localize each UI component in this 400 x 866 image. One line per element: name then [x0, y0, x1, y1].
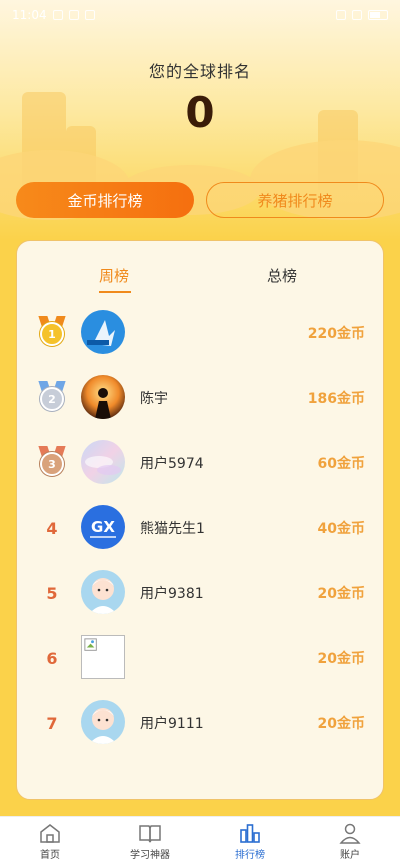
coin-ranking-button[interactable]: 金币排行榜: [16, 182, 194, 218]
coin-amount: 20金币: [317, 651, 365, 667]
period-tabs: 周榜 总榜: [17, 241, 383, 311]
leaderboard-row[interactable]: 3 用户5974 60金币: [17, 438, 385, 488]
user-name: 用户9381: [140, 586, 204, 602]
rank-number: 7: [46, 713, 58, 733]
leaderboard-row[interactable]: 7 用户9111 20金币: [17, 698, 385, 748]
coin-amount: 20金币: [317, 586, 365, 602]
home-icon: [40, 824, 60, 843]
avatar: [81, 700, 125, 744]
user-name: 用户9111: [140, 716, 204, 732]
broken-image-icon: [81, 635, 125, 679]
leaderboard-row[interactable]: 6 20金币: [17, 633, 385, 683]
nav-account-label: 账户: [340, 850, 360, 861]
leaderboard-row[interactable]: 2 陈宇 186金币: [17, 373, 385, 423]
leaderboard-card: 周榜 总榜 1 220金币 2 陈宇 186金币 3 用户5974 60金币 4…: [16, 240, 384, 800]
user-name: 熊猫先生1: [140, 521, 205, 537]
nav-study[interactable]: 学习神器: [100, 817, 200, 866]
avatar: [81, 570, 125, 614]
rank-number: 6: [46, 648, 58, 668]
leaderboard-row[interactable]: 4 GX 熊猫先生1 40金币: [17, 503, 385, 553]
leaderboard-row[interactable]: 1 220金币: [17, 308, 385, 358]
gold-medal-icon: 1: [38, 316, 66, 346]
coin-amount: 20金币: [317, 716, 365, 732]
battery-icon: [368, 10, 388, 20]
coin-amount: 40金币: [317, 521, 365, 537]
nav-ranking[interactable]: 排行榜: [200, 817, 300, 866]
bottom-nav: 首页 学习神器 排行榜 账户: [0, 816, 400, 866]
leaderboard-row[interactable]: 5 用户9381 20金币: [17, 568, 385, 618]
tab-total[interactable]: 总榜: [267, 265, 297, 286]
tab-weekly[interactable]: 周榜: [99, 265, 129, 286]
rank-number: 4: [46, 518, 58, 538]
signal-icon: [352, 10, 362, 20]
pig-ranking-button[interactable]: 养猪排行榜: [206, 182, 384, 218]
user-name: 用户5974: [140, 456, 204, 472]
book-icon: [139, 825, 161, 843]
coin-amount: 60金币: [317, 456, 365, 472]
nav-home[interactable]: 首页: [0, 817, 100, 866]
coin-amount: 220金币: [307, 326, 365, 342]
coin-amount: 186金币: [307, 391, 365, 407]
alarm-icon: [52, 10, 63, 20]
status-time: 11:04: [12, 8, 47, 22]
ranking-icon: [240, 824, 260, 843]
avatar: [81, 375, 125, 419]
rank-number: 5: [46, 583, 58, 603]
wifi-icon: [336, 10, 346, 20]
avatar: [81, 310, 125, 354]
tab-active-indicator: [99, 291, 131, 293]
nav-study-label: 学习神器: [130, 850, 170, 861]
avatar: [81, 440, 125, 484]
user-name: 陈宇: [140, 391, 168, 407]
avatar: GX: [81, 505, 125, 549]
bronze-medal-icon: 3: [38, 446, 66, 476]
silver-medal-icon: 2: [38, 381, 66, 411]
rank-value: 0: [185, 88, 215, 137]
status-bar: 11:04: [0, 0, 400, 30]
message-icon: [68, 10, 79, 20]
nav-home-label: 首页: [40, 850, 60, 861]
svg-text:GX: GX: [91, 518, 115, 536]
notification-icon: [84, 10, 95, 20]
nav-account[interactable]: 账户: [300, 817, 400, 866]
nav-ranking-label: 排行榜: [235, 850, 265, 861]
rank-title: 您的全球排名: [148, 62, 251, 81]
user-icon: [339, 823, 361, 844]
